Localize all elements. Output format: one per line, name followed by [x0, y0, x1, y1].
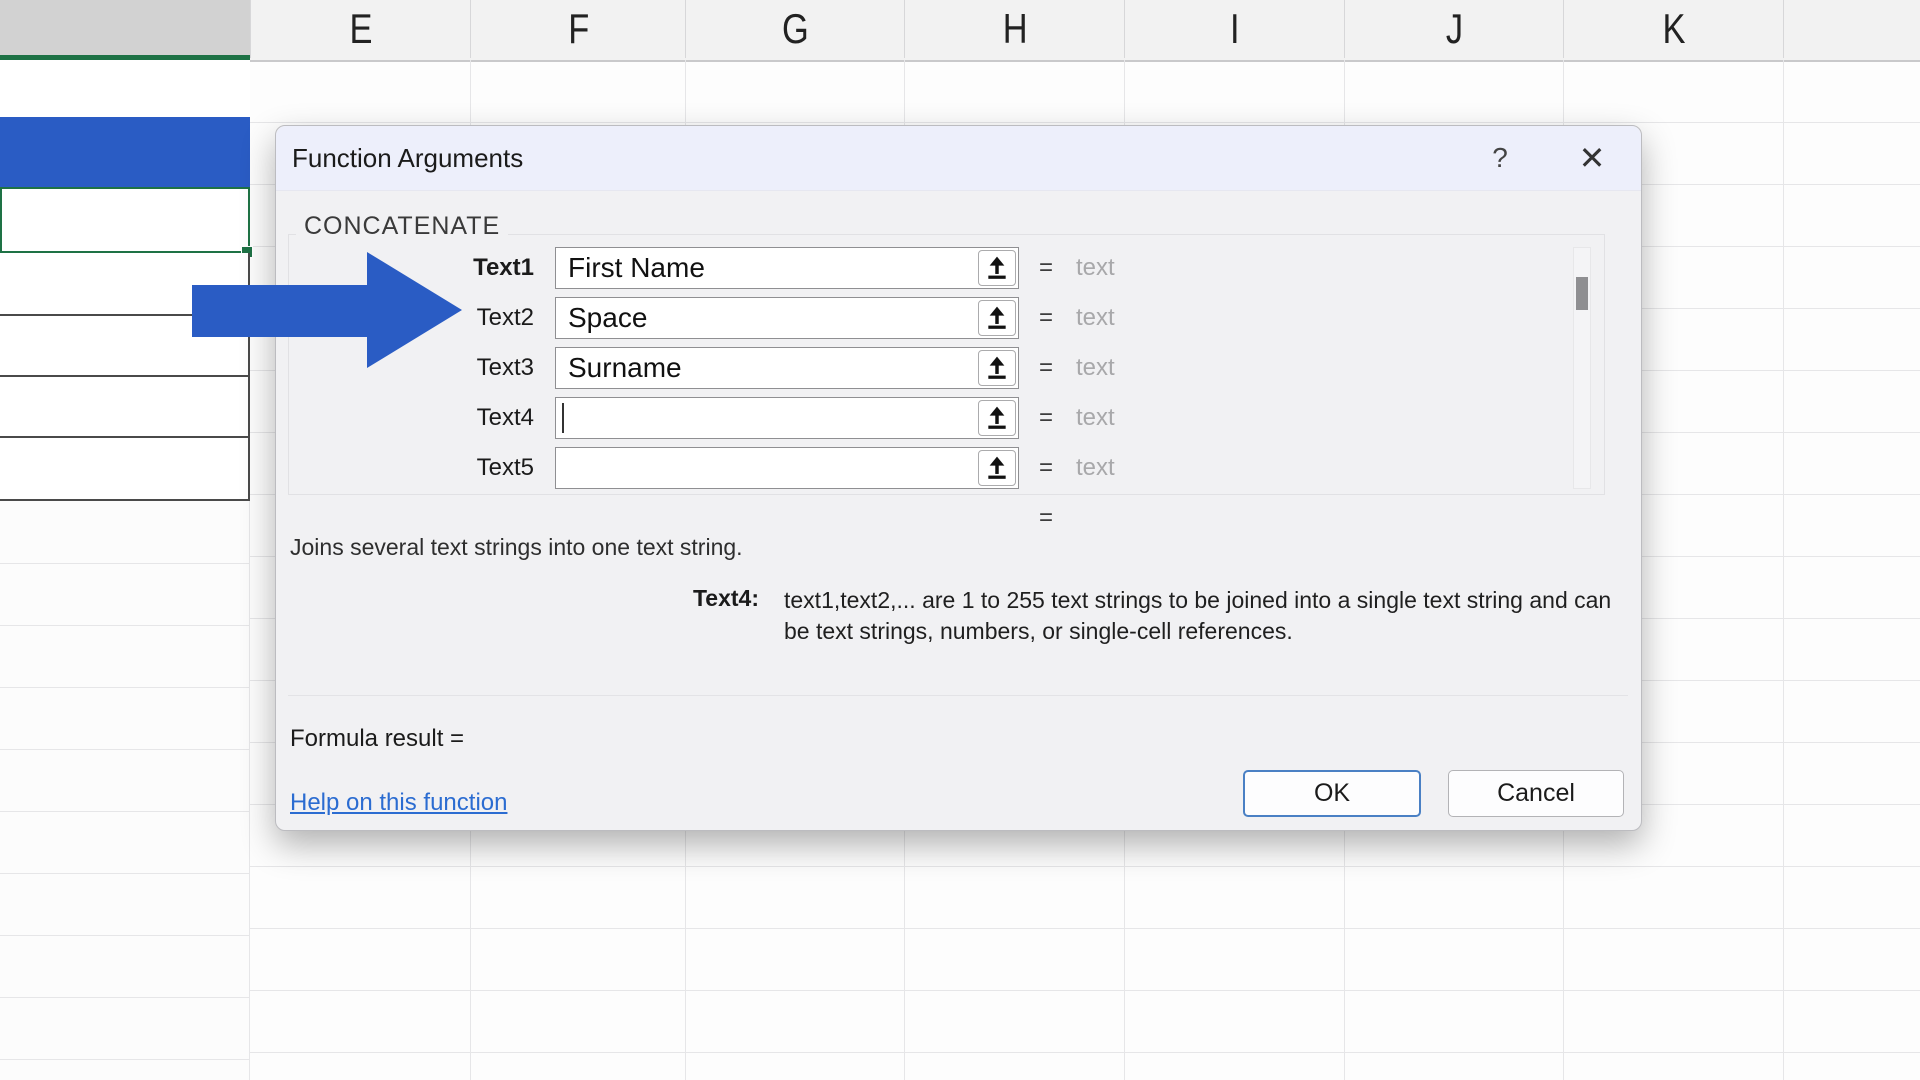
- ok-button[interactable]: OK: [1243, 770, 1421, 817]
- column-letter: E: [350, 5, 373, 53]
- bordered-table-rows[interactable]: [0, 253, 250, 501]
- column-letter: H: [1003, 5, 1028, 53]
- argument-value: Surname: [568, 348, 682, 388]
- function-name-label: CONCATENATE: [296, 212, 508, 241]
- divider: [288, 695, 1628, 696]
- help-on-function-link[interactable]: Help on this function: [290, 789, 507, 817]
- gridline: [250, 990, 1920, 991]
- column-header-J[interactable]: J: [1344, 0, 1564, 58]
- argument-label: Text5: [414, 447, 534, 489]
- selected-column-header[interactable]: [0, 0, 250, 60]
- column-header-F[interactable]: F: [470, 0, 686, 58]
- up-arrow-from-bar-icon: [984, 405, 1010, 431]
- argument-input-text1[interactable]: First Name: [555, 247, 1019, 289]
- up-arrow-from-bar-icon: [984, 305, 1010, 331]
- gridline: [250, 866, 1920, 867]
- equals-sign: =: [1026, 247, 1066, 289]
- column-letter: G: [782, 5, 809, 53]
- dialog-title: Function Arguments: [292, 143, 523, 174]
- column-header-partial[interactable]: [1783, 0, 1920, 58]
- argument-input-text2[interactable]: Space: [555, 297, 1019, 339]
- column-header-H[interactable]: H: [904, 0, 1125, 58]
- equals-sign: =: [1026, 297, 1066, 339]
- collapse-dialog-button[interactable]: [978, 250, 1016, 286]
- table-row[interactable]: [0, 253, 248, 316]
- column-header-I[interactable]: I: [1124, 0, 1345, 58]
- column-header-E[interactable]: E: [250, 0, 471, 58]
- cancel-button[interactable]: Cancel: [1448, 770, 1624, 817]
- scrollbar-thumb[interactable]: [1576, 277, 1588, 310]
- empty-rows: [0, 501, 250, 1080]
- argument-help-label: Text4:: [609, 585, 759, 612]
- argument-row-text3: Text3 Surname = text: [276, 347, 1641, 389]
- argument-row-text4: Text4 = text: [276, 397, 1641, 439]
- gridline: [1783, 60, 1784, 1080]
- close-icon[interactable]: ✕: [1570, 136, 1614, 180]
- column-header-K[interactable]: K: [1563, 0, 1784, 58]
- function-arguments-dialog: Function Arguments ? ✕ CONCATENATE Text1…: [275, 125, 1642, 831]
- argument-help-text: text1,text2,... are 1 to 255 text string…: [784, 585, 1629, 647]
- argument-input-text3[interactable]: Surname: [555, 347, 1019, 389]
- gridline: [250, 928, 1920, 929]
- equals-sign: =: [1026, 347, 1066, 389]
- argument-input-text5[interactable]: [555, 447, 1019, 489]
- up-arrow-from-bar-icon: [984, 255, 1010, 281]
- column-letter: F: [568, 5, 589, 53]
- excel-screen: E F G H I J K Function Arguments ? ✕ CONCATENA…: [0, 0, 1920, 1080]
- gridline: [250, 122, 1920, 123]
- function-description: Joins several text strings into one text…: [290, 534, 743, 561]
- argument-input-text4[interactable]: [555, 397, 1019, 439]
- argument-type-hint: text: [1076, 447, 1115, 489]
- dialog-help-button[interactable]: ?: [1478, 136, 1522, 180]
- column-letter: J: [1446, 5, 1463, 53]
- argument-label: Text2: [414, 297, 534, 339]
- argument-label: Text3: [414, 347, 534, 389]
- column-letter: K: [1663, 5, 1686, 53]
- arguments-scrollbar[interactable]: [1573, 247, 1591, 489]
- argument-row-text2: Text2 Space = text: [276, 297, 1641, 339]
- blue-filled-cell[interactable]: [0, 117, 250, 187]
- collapse-dialog-button[interactable]: [978, 450, 1016, 486]
- equals-sign: =: [1026, 447, 1066, 489]
- argument-row-text1: Text1 First Name = text: [276, 247, 1641, 289]
- table-row[interactable]: [0, 377, 248, 438]
- argument-label: Text1: [414, 247, 534, 289]
- formula-result-label: Formula result =: [290, 725, 464, 753]
- table-row[interactable]: [0, 438, 248, 501]
- column-header-row: E F G H I J K: [0, 0, 1920, 62]
- text-cursor: [562, 403, 564, 433]
- argument-value: Space: [568, 298, 647, 338]
- up-arrow-from-bar-icon: [984, 455, 1010, 481]
- argument-type-hint: text: [1076, 297, 1115, 339]
- collapse-dialog-button[interactable]: [978, 400, 1016, 436]
- active-cell-selection[interactable]: [0, 187, 250, 253]
- table-row[interactable]: [0, 316, 248, 377]
- gridline: [250, 1052, 1920, 1053]
- dialog-titlebar[interactable]: Function Arguments ? ✕: [276, 126, 1641, 191]
- column-header-G[interactable]: G: [685, 0, 905, 58]
- argument-type-hint: text: [1076, 397, 1115, 439]
- cell[interactable]: [0, 60, 250, 117]
- argument-label: Text4: [414, 397, 534, 439]
- result-equals-sign: =: [1026, 504, 1066, 532]
- up-arrow-from-bar-icon: [984, 355, 1010, 381]
- equals-sign: =: [1026, 397, 1066, 439]
- argument-value: First Name: [568, 248, 705, 288]
- collapse-dialog-button[interactable]: [978, 300, 1016, 336]
- argument-type-hint: text: [1076, 247, 1115, 289]
- argument-row-text5: Text5 = text: [276, 447, 1641, 489]
- collapse-dialog-button[interactable]: [978, 350, 1016, 386]
- column-letter: I: [1230, 5, 1240, 53]
- argument-type-hint: text: [1076, 347, 1115, 389]
